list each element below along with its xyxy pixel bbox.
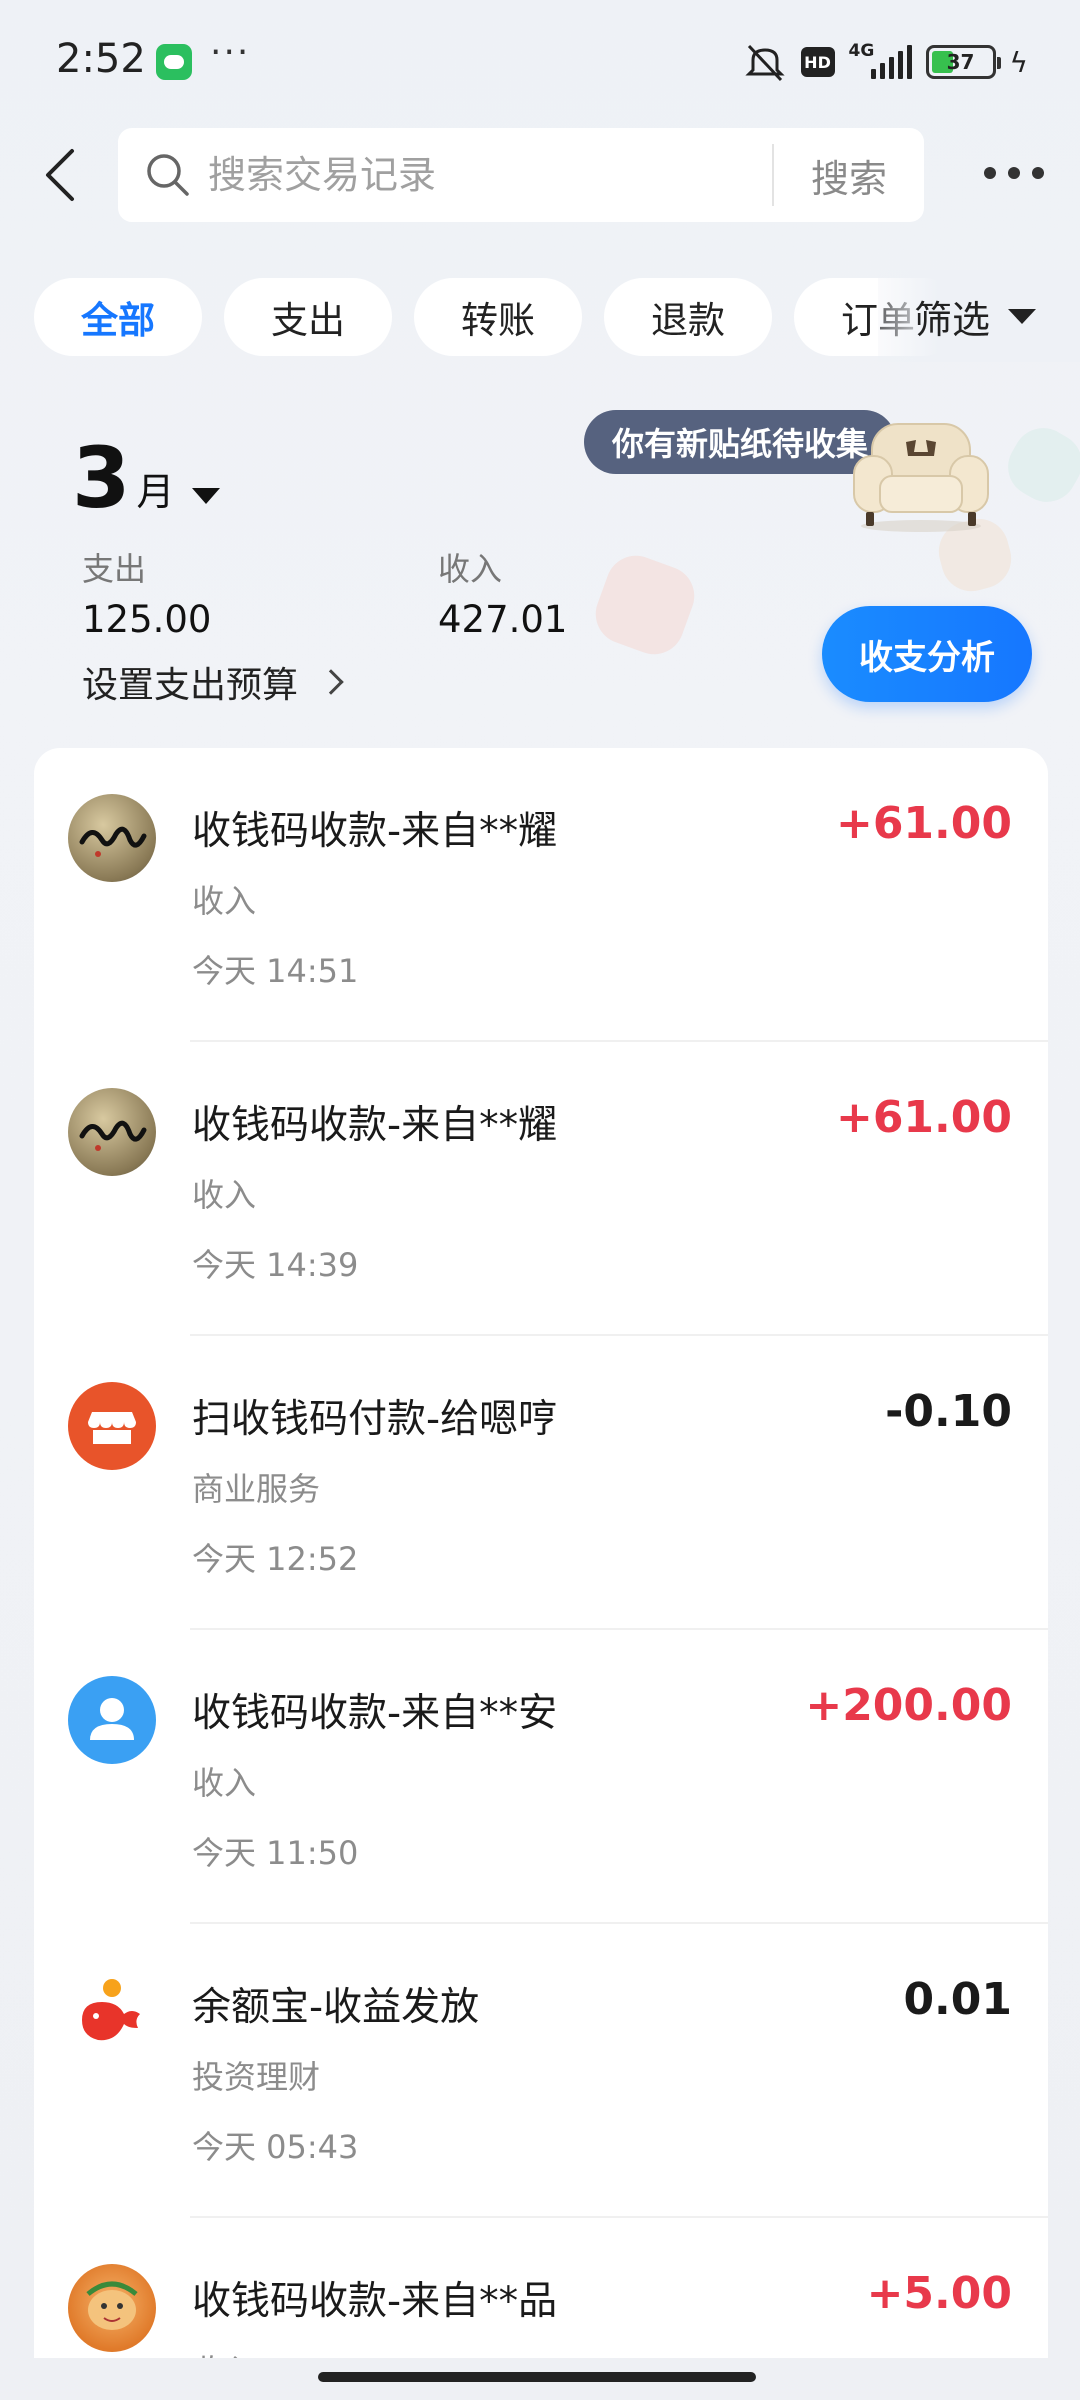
- search-icon: [142, 149, 194, 201]
- caret-down-icon: [1008, 308, 1037, 324]
- transaction-title: 扫收钱码付款-给嗯哼: [192, 1397, 558, 1442]
- battery-level: 37: [946, 50, 975, 74]
- search-input[interactable]: [208, 153, 772, 197]
- chevron-right-icon: [318, 669, 344, 695]
- transaction-amount: 0.01: [903, 1974, 1012, 2025]
- expense-value: 125.00: [82, 598, 212, 641]
- back-button[interactable]: [30, 140, 90, 210]
- income-label: 收入: [438, 550, 503, 588]
- status-time: 2:52: [56, 36, 146, 82]
- transaction-row[interactable]: 余额宝-收益发放 投资理财 今天 05:43 0.01: [34, 1924, 1048, 2218]
- transaction-category: 收入: [192, 1764, 257, 1802]
- app-notification-icon: [156, 44, 192, 80]
- transaction-row[interactable]: 扫收钱码付款-给嗯哼 商业服务 今天 12:52 -0.10: [34, 1336, 1048, 1630]
- transaction-row[interactable]: 收钱码收款-来自**安 收入 今天 11:50 +200.00: [34, 1630, 1048, 1924]
- transaction-amount: -0.10: [885, 1386, 1012, 1437]
- transaction-category: 商业服务: [192, 1470, 321, 1508]
- dot-icon: [1032, 167, 1044, 179]
- month-number: 3: [72, 429, 131, 527]
- chip-expense[interactable]: 支出: [224, 278, 392, 356]
- calligraphy-avatar: [68, 1088, 156, 1176]
- chip-refund[interactable]: 退款: [604, 278, 772, 356]
- filter-button[interactable]: 筛选: [878, 270, 1080, 362]
- person-icon: [68, 1676, 156, 1764]
- transaction-time: 今天 12:52: [192, 1540, 359, 1578]
- income-value: 427.01: [438, 598, 568, 641]
- charging-icon: ϟ: [1009, 45, 1028, 79]
- chip-transfer[interactable]: 转账: [414, 278, 582, 356]
- transaction-time: 今天 11:50: [192, 1834, 359, 1872]
- transaction-category: 收入: [192, 2346, 256, 2358]
- home-indicator[interactable]: [318, 2372, 756, 2382]
- transaction-category: 投资理财: [192, 2058, 321, 2096]
- search-bar: 搜索: [118, 128, 924, 222]
- shop-icon: [68, 1382, 156, 1470]
- transaction-title: 余额宝-收益发放: [192, 1985, 480, 2030]
- transaction-amount: +5.00: [866, 2268, 1012, 2319]
- network-type: 4G: [848, 41, 875, 61]
- chevron-left-icon: [46, 149, 74, 201]
- status-bar: 2:52 ··· HD 4G 37 ϟ: [0, 0, 1080, 124]
- transaction-amount: +61.00: [835, 1092, 1012, 1143]
- transaction-time: 今天 14:51: [192, 952, 359, 990]
- signal-icon: 4G: [849, 41, 912, 79]
- transaction-title: 收钱码收款-来自**品: [192, 2279, 558, 2324]
- transaction-time: 今天 05:43: [192, 2128, 359, 2166]
- caret-down-icon: [192, 488, 221, 504]
- transaction-amount: +200.00: [805, 1680, 1012, 1731]
- dot-icon: [984, 167, 996, 179]
- transaction-row[interactable]: 收钱码收款-来自**耀 收入 今天 14:51 +61.00: [34, 748, 1048, 1042]
- chip-all[interactable]: 全部: [34, 278, 202, 356]
- transaction-category: 收入: [192, 882, 257, 920]
- set-budget-link[interactable]: 设置支出预算: [82, 656, 344, 708]
- transaction-category: 收入: [192, 1176, 257, 1214]
- transaction-title: 收钱码收款-来自**安: [192, 1691, 558, 1736]
- transaction-amount: +61.00: [835, 798, 1012, 849]
- decor-gift: [997, 417, 1080, 513]
- transaction-title: 收钱码收款-来自**耀: [192, 1103, 558, 1148]
- filter-label: 筛选: [914, 297, 991, 342]
- income-expense-analysis-button[interactable]: 收支分析: [822, 606, 1032, 702]
- transaction-row[interactable]: 收钱码收款-来自**耀 收入 今天 14:39 +61.00: [34, 1042, 1048, 1336]
- budget-label: 设置支出预算: [82, 665, 299, 706]
- status-icons: HD 4G 37 ϟ: [743, 40, 1028, 84]
- more-options-button[interactable]: [974, 148, 1054, 198]
- transaction-time: 今天 14:39: [192, 1246, 359, 1284]
- more-notifications-icon: ···: [210, 32, 251, 73]
- cartoon-avatar: [68, 2264, 156, 2352]
- dot-icon: [1008, 167, 1020, 179]
- transaction-row[interactable]: 收钱码收款-来自**品 收入 +5.00: [34, 2218, 1048, 2358]
- decor-cake: [587, 547, 703, 663]
- battery-icon: 37: [925, 45, 1001, 79]
- yuebao-icon: [68, 1970, 156, 2058]
- expense-label: 支出: [82, 550, 147, 588]
- month-unit: 月: [136, 470, 175, 514]
- month-selector[interactable]: 3 月: [72, 429, 221, 527]
- transaction-list: 收钱码收款-来自**耀 收入 今天 14:51 +61.00 收钱码收款-来自*…: [34, 748, 1048, 2358]
- hd-icon: HD: [800, 47, 835, 77]
- calligraphy-avatar: [68, 794, 156, 882]
- transaction-title: 收钱码收款-来自**耀: [192, 809, 558, 854]
- mute-icon: [743, 42, 787, 82]
- search-button[interactable]: 搜索: [774, 148, 924, 203]
- sofa-sticker-icon[interactable]: [846, 416, 996, 536]
